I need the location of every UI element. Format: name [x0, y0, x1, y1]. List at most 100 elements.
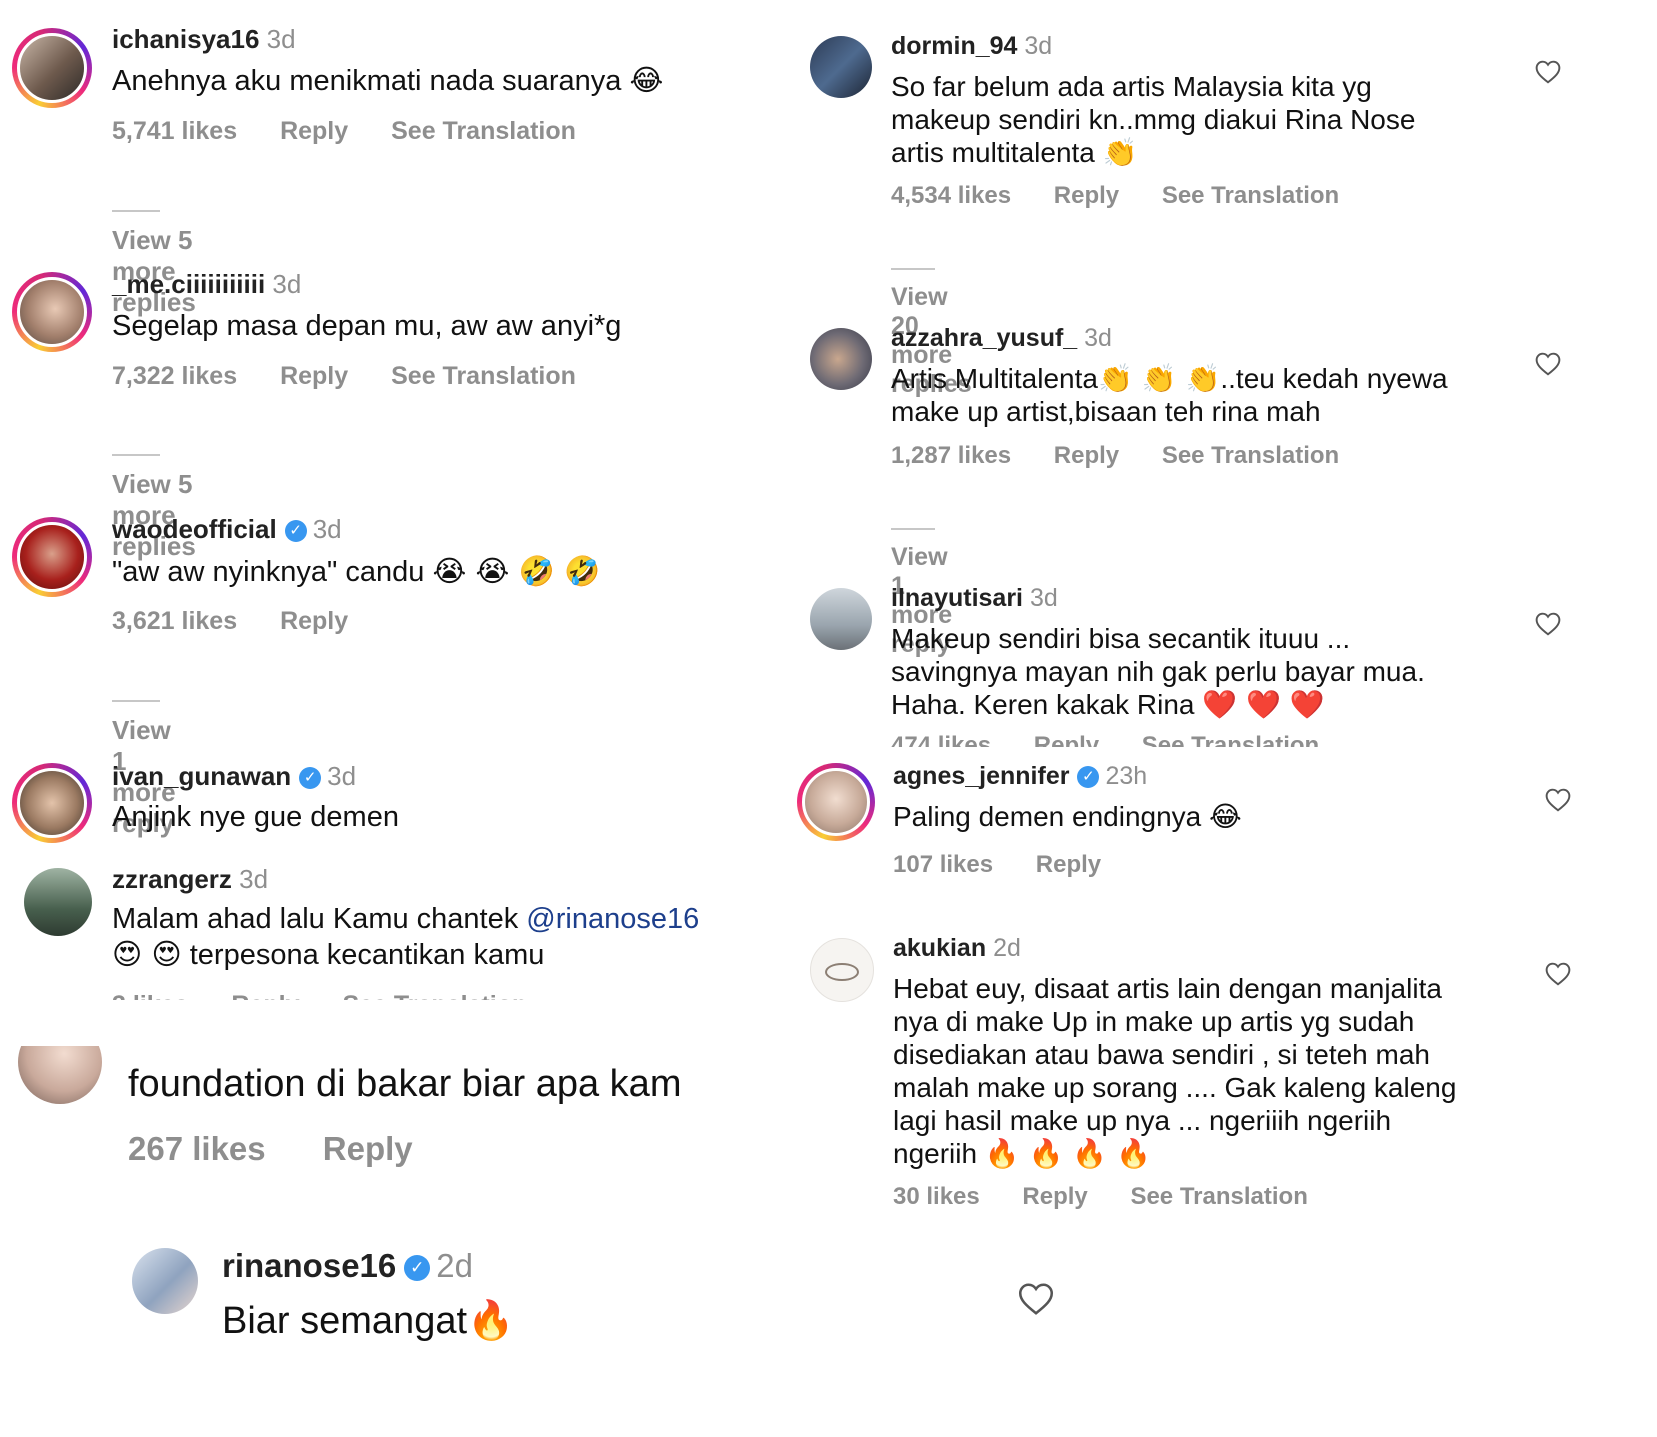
- comment-text-line6: ngeriih: [893, 1138, 978, 1170]
- timestamp: 3d: [239, 864, 269, 894]
- comment-text-line2: makeup sendiri kn..mmg diakui Rina Nose: [891, 104, 1416, 136]
- reply-button[interactable]: Reply: [1054, 442, 1119, 469]
- username[interactable]: ilnayutisari: [891, 584, 1023, 612]
- see-translation-button[interactable]: See Translation: [1162, 442, 1339, 469]
- comment-text: Biar semangat: [222, 1300, 468, 1342]
- reply-button[interactable]: Reply: [323, 1130, 413, 1167]
- username[interactable]: ivan_gunawan: [112, 761, 291, 791]
- reply-button[interactable]: Reply: [280, 117, 348, 145]
- emoji: 🔥 🔥 🔥 🔥: [984, 1137, 1151, 1171]
- like-count[interactable]: 3,621 likes: [112, 607, 237, 635]
- comment-text-line1: Artis Multitalenta: [891, 363, 1098, 394]
- comment-text-line2: make up artist,bisaan teh rina mah: [891, 396, 1321, 428]
- like-count[interactable]: 474 likes: [891, 732, 991, 747]
- avatar[interactable]: [24, 868, 92, 936]
- timestamp: 3d: [1024, 32, 1053, 60]
- timestamp: 3d: [1029, 584, 1058, 612]
- like-count[interactable]: 267 likes: [128, 1130, 266, 1167]
- heart-icon[interactable]: [1535, 352, 1561, 376]
- verified-badge-icon: ✓: [284, 520, 307, 543]
- verified-badge-icon: ✓: [299, 767, 322, 790]
- username[interactable]: agnes_jennifer: [893, 762, 1069, 790]
- reply-button[interactable]: Reply: [1036, 851, 1101, 878]
- see-translation-button[interactable]: See Translation: [1142, 732, 1319, 747]
- avatar[interactable]: [12, 763, 92, 843]
- avatar[interactable]: [797, 763, 875, 841]
- heart-icon[interactable]: [1545, 788, 1571, 812]
- heart-icon[interactable]: [1545, 962, 1571, 986]
- emoji: 😭 😭 🤣 🤣: [432, 554, 601, 588]
- verified-badge-icon: ✓: [1077, 766, 1100, 789]
- username[interactable]: _me.ciiiiiiiiiii: [112, 269, 265, 299]
- reply-button[interactable]: Reply: [1022, 1183, 1087, 1210]
- reply-button[interactable]: Reply: [1034, 732, 1099, 747]
- reply-button[interactable]: Reply: [1054, 182, 1119, 209]
- like-count[interactable]: 7,322 likes: [112, 362, 237, 390]
- divider: [112, 454, 160, 457]
- comment-text-line2: savingnya mayan nih gak perlu bayar mua.: [891, 656, 1425, 688]
- comment-text-line1: Hebat euy, disaat artis lain dengan manj…: [893, 973, 1442, 1004]
- emoji: 😍 😍: [112, 937, 182, 971]
- avatar[interactable]: [12, 517, 92, 597]
- heart-icon[interactable]: [1018, 1282, 1054, 1316]
- timestamp: 2d: [993, 934, 1021, 962]
- mention-link[interactable]: @rinanose16: [526, 903, 699, 935]
- timestamp: 3d: [312, 514, 342, 544]
- username[interactable]: zzrangerz: [112, 864, 232, 894]
- emoji: ❤️ ❤️ ❤️: [1202, 688, 1325, 722]
- like-count[interactable]: 30 likes: [893, 1183, 980, 1210]
- emoji: 😂: [1209, 800, 1242, 833]
- comment-text-line2: nya di make Up in make up artis yg sudah: [893, 1006, 1415, 1038]
- timestamp: 3d: [327, 761, 357, 791]
- like-count[interactable]: 4,534 likes: [891, 182, 1011, 209]
- avatar[interactable]: [810, 938, 874, 1002]
- avatar[interactable]: [810, 328, 872, 390]
- username[interactable]: akukian: [893, 934, 986, 962]
- comment-text: foundation di bakar biar apa kam: [128, 1063, 682, 1105]
- avatar[interactable]: [12, 272, 92, 352]
- see-translation-button[interactable]: See Translation: [391, 117, 576, 145]
- avatar[interactable]: [132, 1248, 198, 1314]
- heart-icon[interactable]: [1535, 60, 1561, 84]
- avatar[interactable]: [810, 588, 872, 650]
- comment-text-line3: disediakan atau bawa sendiri , si teteh …: [893, 1039, 1430, 1071]
- comment-text-line3: Haha. Keren kakak Rina: [891, 689, 1195, 721]
- divider: [112, 700, 160, 703]
- timestamp: 23h: [1105, 762, 1148, 790]
- comment-text: Segelap masa depan mu, aw aw anyi*g: [112, 310, 622, 342]
- divider: [891, 528, 935, 531]
- heart-icon[interactable]: [1535, 612, 1561, 636]
- comment-text: Malam ahad lalu Kamu chantek: [112, 903, 519, 935]
- see-translation-button[interactable]: See Translation: [1130, 1183, 1307, 1210]
- timestamp: 3d: [1084, 324, 1112, 352]
- see-translation-button[interactable]: See Translation: [1162, 182, 1339, 209]
- username[interactable]: rinanose16: [222, 1247, 396, 1284]
- comment-text-line1-end: ..teu kedah nyewa: [1220, 363, 1448, 394]
- timestamp: 3d: [266, 24, 296, 54]
- comment-text-line5: lagi hasil make up nya ... ngeriiih nger…: [893, 1105, 1392, 1137]
- like-count[interactable]: 5,741 likes: [112, 117, 237, 145]
- comment-text-line3: artis multitalenta: [891, 137, 1095, 169]
- verified-badge-icon: ✓: [404, 1255, 431, 1282]
- avatar[interactable]: [12, 28, 92, 108]
- like-count[interactable]: 1,287 likes: [891, 442, 1011, 469]
- timestamp: 2d: [436, 1247, 473, 1284]
- emoji: 👏: [1102, 136, 1138, 170]
- avatar[interactable]: [810, 36, 872, 98]
- comment-text-line4: malah make up sorang .... Gak kaleng kal…: [893, 1072, 1457, 1104]
- reply-button[interactable]: Reply: [280, 362, 348, 390]
- see-translation-button[interactable]: See Translation: [391, 362, 576, 390]
- timestamp: 3d: [272, 269, 302, 299]
- comment-text: Paling demen endingnya: [893, 801, 1202, 832]
- comment-text: Anjink nye gue demen: [112, 801, 399, 833]
- username[interactable]: waodeofficial: [112, 514, 277, 544]
- username[interactable]: azzahra_yusuf_: [891, 324, 1077, 352]
- username[interactable]: ichanisya16: [112, 24, 259, 54]
- emoji: 😂: [629, 63, 664, 97]
- comment-text-line2: terpesona kecantikan kamu: [189, 939, 545, 971]
- username[interactable]: dormin_94: [891, 32, 1017, 60]
- reply-button[interactable]: Reply: [280, 607, 348, 635]
- comment-text: Anehnya aku menikmati nada suaranya: [112, 65, 622, 97]
- comment-text-line1: So far belum ada artis Malaysia kita yg: [891, 71, 1372, 102]
- like-count[interactable]: 107 likes: [893, 851, 993, 878]
